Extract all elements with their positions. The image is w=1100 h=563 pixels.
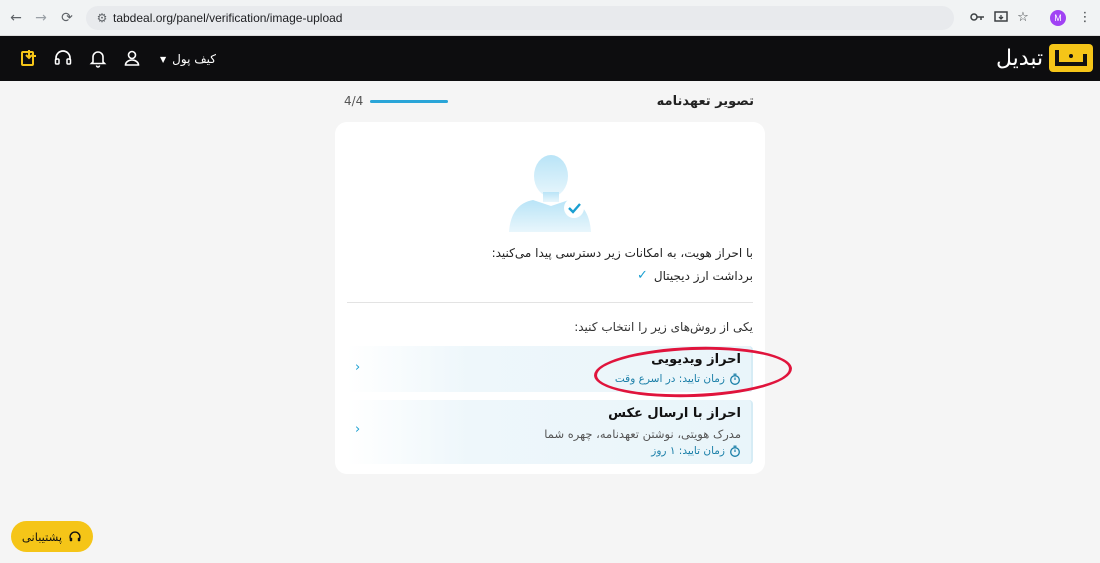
check-icon: ✓: [637, 268, 648, 283]
chevron-down-icon: ▼: [160, 54, 167, 64]
address-bar[interactable]: ⚙ tabdeal.org/panel/verification/image-u…: [86, 6, 954, 30]
benefit-label: برداشت ارز دیجیتال: [653, 268, 753, 283]
method-time: زمان تایید: ۱ روز: [651, 445, 741, 457]
method-time-label: زمان تایید: ۱ روز: [651, 445, 725, 457]
tabdeal-logo-icon: [1049, 44, 1094, 72]
method-description: مدرک هویتی، نوشتن تعهدنامه، چهره شما: [544, 427, 741, 441]
support-button[interactable]: پشتیبانی: [11, 521, 93, 552]
method-title: احراز با ارسال عکس: [608, 406, 741, 421]
verification-card: با احراز هویت، به امکانات زیر دسترسی پید…: [335, 122, 765, 474]
site-info-icon[interactable]: ⚙: [94, 10, 110, 26]
brand-logo[interactable]: تبدیل: [996, 40, 1094, 76]
headset-icon[interactable]: [53, 48, 73, 68]
password-key-icon[interactable]: [968, 9, 986, 27]
cast-icon[interactable]: [992, 9, 1010, 27]
bookmark-star-icon[interactable]: ☆: [1014, 9, 1032, 27]
verified-user-illustration: [505, 146, 595, 232]
headset-icon: [69, 530, 81, 541]
chevron-left-icon: ‹: [355, 360, 361, 375]
wallet-menu[interactable]: کیف پول ▼: [160, 50, 216, 68]
app-header: کیف پول ▼ تبدیل: [0, 36, 1100, 81]
profile-avatar[interactable]: M: [1050, 10, 1066, 26]
browser-menu-icon[interactable]: ⋮: [1076, 9, 1094, 27]
choose-method-label: یکی از روش‌های زیر را انتخاب کنید:: [574, 320, 753, 334]
deposit-icon[interactable]: [19, 48, 39, 68]
divider: [347, 302, 753, 303]
support-label: پشتیبانی: [21, 529, 63, 544]
forward-icon[interactable]: →: [31, 8, 51, 28]
url-text: tabdeal.org/panel/verification/image-upl…: [113, 11, 343, 25]
method-photo-verification[interactable]: احراز با ارسال عکس مدرک هویتی، نوشتن تعه…: [347, 400, 753, 464]
progress-bar-fill: [370, 100, 448, 103]
progress-bar: [370, 100, 448, 103]
bell-icon[interactable]: [88, 48, 108, 68]
browser-toolbar: ← → ⟳ ⚙ tabdeal.org/panel/verification/i…: [0, 0, 1100, 36]
wallet-label: کیف پول: [172, 52, 216, 66]
benefit-item: برداشت ارز دیجیتال ✓: [637, 268, 753, 283]
user-icon[interactable]: [122, 48, 142, 68]
brand-name: تبدیل: [996, 45, 1044, 71]
chevron-left-icon: ‹: [355, 422, 361, 437]
step-counter: 4/4: [344, 94, 364, 108]
back-icon[interactable]: ←: [6, 8, 26, 28]
benefits-title: با احراز هویت، به امکانات زیر دسترسی پید…: [491, 246, 753, 260]
stopwatch-icon: [730, 445, 740, 457]
reload-icon[interactable]: ⟳: [57, 8, 77, 28]
step-title: تصویر تعهدنامه: [656, 94, 754, 109]
